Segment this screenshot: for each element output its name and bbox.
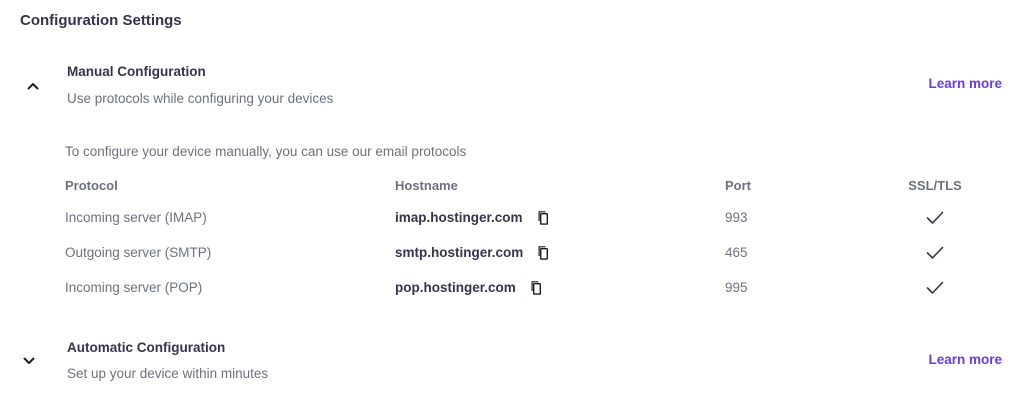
copy-icon	[531, 280, 541, 295]
table-row: Incoming server (IMAP) imap.hostinger.co…	[65, 200, 985, 235]
hostname-value: smtp.hostinger.com	[395, 245, 524, 260]
port-cell: 465	[725, 245, 748, 260]
column-header-port: Port	[725, 177, 751, 193]
hostname-cell: imap.hostinger.com	[395, 200, 551, 235]
manual-configuration-title: Manual Configuration	[67, 64, 206, 79]
automatic-configuration-title: Automatic Configuration	[67, 340, 226, 355]
manual-intro-text: To configure your device manually, you c…	[65, 144, 467, 159]
check-icon	[926, 211, 944, 225]
copy-icon	[538, 245, 549, 260]
manual-configuration-toggle[interactable]	[22, 75, 44, 97]
protocol-cell: Incoming server (IMAP)	[65, 210, 207, 225]
manual-learn-more-link[interactable]: Learn more	[928, 76, 1002, 91]
port-cell: 993	[725, 210, 748, 225]
column-header-protocol: Protocol	[65, 177, 118, 193]
automatic-learn-more-link[interactable]: Learn more	[928, 352, 1002, 367]
page-title: Configuration Settings	[20, 12, 182, 29]
protocol-cell: Outgoing server (SMTP)	[65, 245, 212, 260]
check-icon	[926, 281, 944, 295]
protocol-table: Protocol Hostname Port SSL/TLS Incoming …	[65, 170, 985, 305]
table-row: Outgoing server (SMTP) smtp.hostinger.co…	[65, 235, 985, 270]
protocol-table-header: Protocol Hostname Port SSL/TLS	[65, 170, 985, 200]
automatic-configuration-subtitle: Set up your device within minutes	[67, 366, 269, 381]
ssl-cell	[885, 200, 985, 235]
copy-icon	[538, 210, 548, 225]
copy-hostname-button[interactable]	[533, 244, 551, 262]
protocol-cell: Incoming server (POP)	[65, 280, 203, 295]
column-header-ssl: SSL/TLS	[908, 177, 962, 193]
chevron-up-icon	[26, 79, 40, 93]
hostname-value: imap.hostinger.com	[395, 210, 523, 225]
ssl-cell	[885, 235, 985, 270]
automatic-configuration-toggle[interactable]	[18, 350, 40, 372]
chevron-down-icon	[22, 354, 36, 368]
table-row: Incoming server (POP) pop.hostinger.com …	[65, 270, 985, 305]
hostname-cell: smtp.hostinger.com	[395, 235, 551, 270]
copy-hostname-button[interactable]	[533, 209, 551, 227]
hostname-value: pop.hostinger.com	[395, 280, 516, 295]
manual-configuration-subtitle: Use protocols while configuring your dev…	[67, 91, 334, 106]
hostname-cell: pop.hostinger.com	[395, 270, 544, 305]
column-header-hostname: Hostname	[395, 177, 458, 193]
ssl-cell	[885, 270, 985, 305]
copy-hostname-button[interactable]	[526, 279, 544, 297]
check-icon	[926, 246, 944, 260]
port-cell: 995	[725, 280, 748, 295]
